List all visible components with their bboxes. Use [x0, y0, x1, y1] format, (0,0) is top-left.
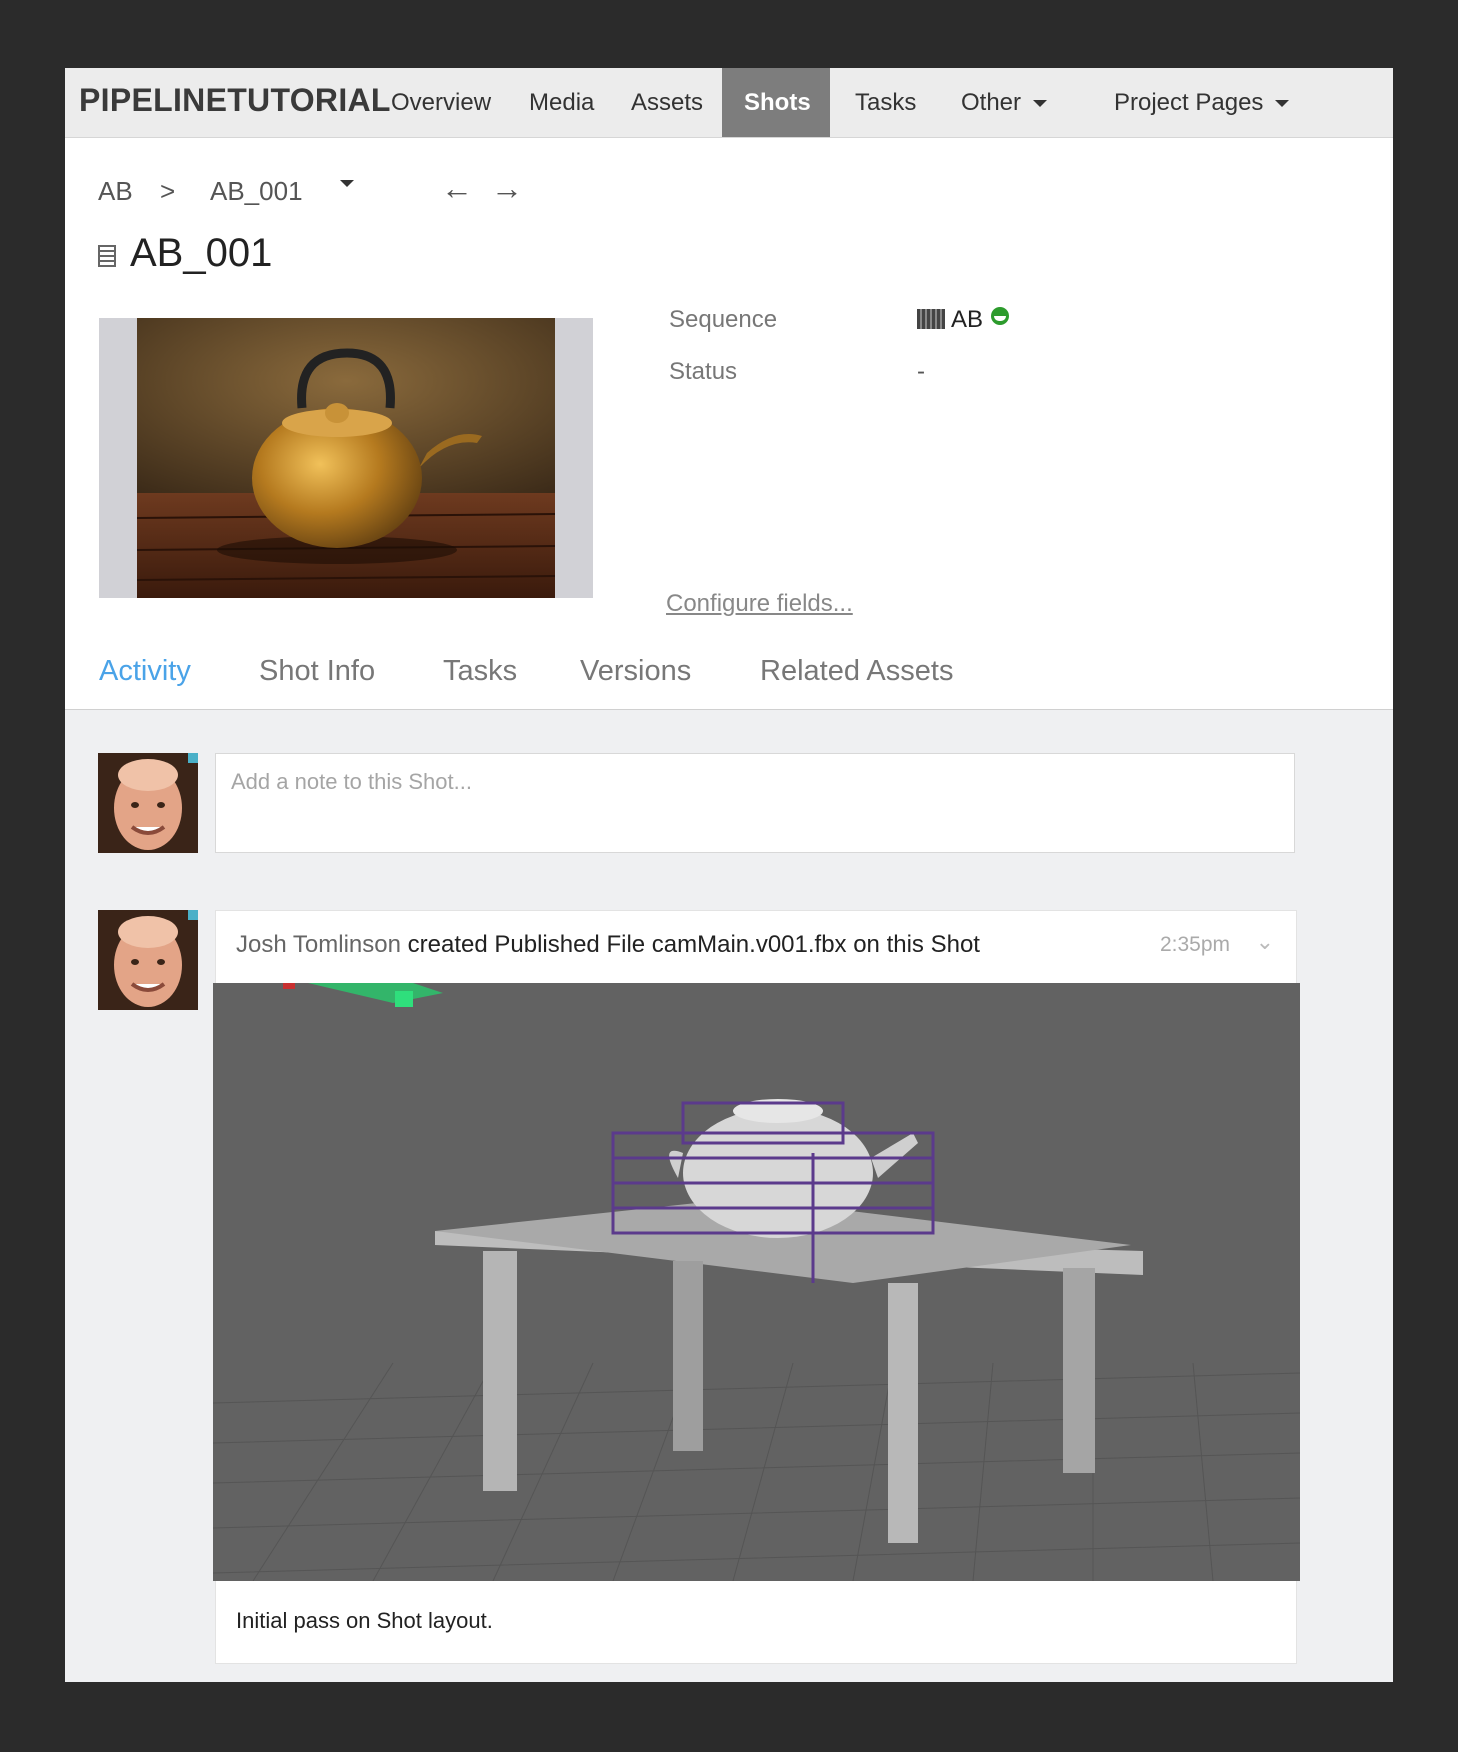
nav-shots[interactable]: Shots	[722, 68, 830, 137]
chevron-down-icon[interactable]: ⌄	[1256, 929, 1274, 955]
tab-activity[interactable]: Activity	[99, 655, 191, 688]
activity-card: Josh Tomlinson created Published File ca…	[213, 910, 1300, 1664]
chevron-down-icon	[1275, 100, 1290, 108]
page-title: AB_001	[130, 231, 273, 275]
avatar[interactable]	[98, 753, 198, 853]
activity-description: created Published File camMain.v001.fbx …	[400, 931, 980, 958]
nav-other-label: Other	[961, 89, 1022, 116]
shot-navigation: ← →	[441, 170, 541, 207]
nav-media[interactable]: Media	[507, 68, 616, 137]
tab-tasks[interactable]: Tasks	[443, 655, 517, 688]
next-arrow-icon[interactable]: →	[491, 170, 523, 207]
activity-header: Josh Tomlinson created Published File ca…	[236, 931, 980, 959]
breadcrumb-parent[interactable]: AB	[98, 176, 133, 207]
film-strip-icon	[917, 309, 945, 329]
chevron-down-icon	[340, 180, 354, 187]
tab-related-assets[interactable]: Related Assets	[760, 655, 953, 688]
configure-fields-link[interactable]: Configure fields...	[666, 590, 853, 618]
status-indicator-icon	[991, 307, 1010, 325]
status-label: Status	[669, 358, 738, 385]
nav-assets[interactable]: Assets	[609, 68, 725, 137]
top-nav: PIPELINETUTORIAL Overview Media Assets S…	[65, 68, 1393, 138]
nav-project-pages-label: Project Pages	[1114, 89, 1264, 116]
chevron-down-icon	[1033, 100, 1048, 108]
film-icon	[98, 245, 116, 267]
sequence-label: Sequence	[669, 306, 778, 333]
project-brand[interactable]: PIPELINETUTORIAL	[79, 82, 391, 119]
shot-thumbnail[interactable]	[99, 318, 593, 598]
detail-tabs: Activity Shot Info Tasks Versions Relate…	[65, 643, 1393, 710]
activity-user-link[interactable]: Josh Tomlinson	[236, 931, 401, 958]
activity-timestamp: 2:35pm	[1159, 933, 1230, 956]
prev-arrow-icon[interactable]: ←	[441, 170, 473, 207]
sequence-link[interactable]: AB	[951, 306, 983, 333]
tab-versions[interactable]: Versions	[580, 655, 691, 688]
nav-other[interactable]: Other	[939, 68, 1069, 137]
published-file-preview[interactable]	[213, 983, 1300, 1581]
nav-overview[interactable]: Overview	[369, 68, 513, 137]
note-input[interactable]	[229, 768, 1258, 796]
breadcrumb-current[interactable]: AB_001	[210, 176, 303, 207]
note-input-box[interactable]	[215, 753, 1295, 853]
avatar[interactable]	[98, 910, 198, 1010]
nav-tasks[interactable]: Tasks	[833, 68, 938, 137]
status-value[interactable]: -	[917, 358, 925, 386]
nav-project-pages[interactable]: Project Pages	[1092, 68, 1311, 137]
sequence-value[interactable]: AB	[917, 306, 1010, 334]
activity-caption: Initial pass on Shot layout.	[236, 1608, 493, 1633]
activity-stream: Josh Tomlinson created Published File ca…	[65, 710, 1393, 1682]
app-window: PIPELINETUTORIAL Overview Media Assets S…	[65, 68, 1393, 1682]
tab-shot-info[interactable]: Shot Info	[259, 655, 375, 688]
breadcrumb-separator: >	[160, 176, 176, 206]
teapot-photo	[137, 318, 555, 598]
